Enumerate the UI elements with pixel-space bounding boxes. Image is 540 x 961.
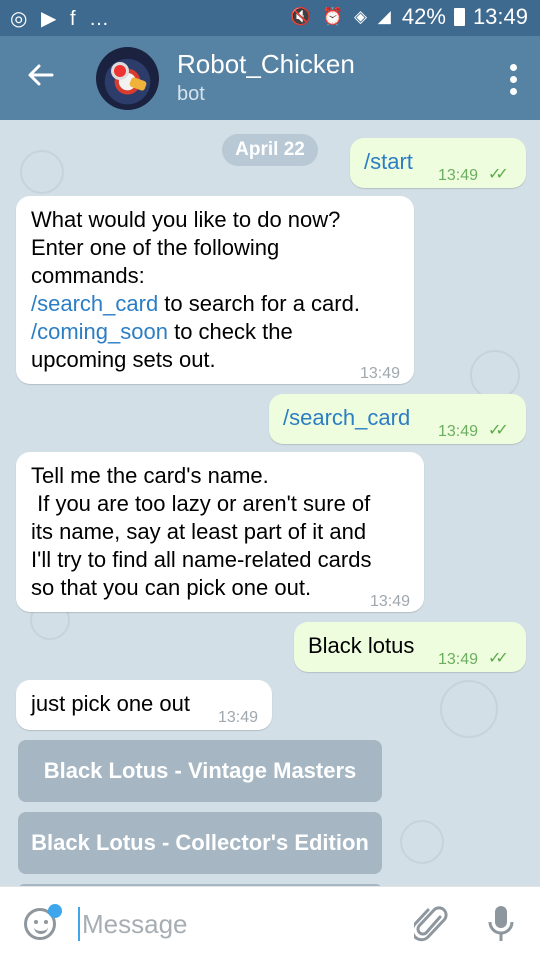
message-line: upcoming sets out.: [31, 347, 216, 372]
message-line: commands:: [31, 263, 145, 288]
message-text[interactable]: /start: [364, 148, 413, 176]
message-line: Tell me the card's name.: [31, 463, 269, 488]
text-caret: [78, 907, 80, 941]
message-input[interactable]: [82, 905, 382, 943]
wallpaper-doodle: [440, 680, 498, 738]
message-body: Tell me the card's name. If you are too …: [31, 462, 426, 602]
arrow-left-icon[interactable]: [26, 60, 56, 96]
message-line: I'll try to find all name-related cards: [31, 547, 372, 572]
status-right: 🔇 ⏰ ◈ ◢ 42% 13:49: [290, 4, 528, 30]
status-bar: ◎ ▶ f … 🔇 ⏰ ◈ ◢ 42% 13:49: [0, 0, 540, 36]
message-list[interactable]: April 22 /start 13:49 ✓✓ What would you …: [0, 120, 540, 886]
menu-dot: [510, 88, 517, 95]
message-text: to search for a card.: [158, 291, 360, 316]
message-time: 13:49: [360, 365, 401, 382]
message-text: Black lotus: [308, 633, 415, 658]
paperclip-icon[interactable]: [410, 905, 448, 948]
menu-dot: [510, 64, 517, 71]
notification-icons: ◎ ▶ f …: [10, 8, 114, 30]
message-line: its name, say at least part of it and: [31, 519, 367, 544]
avatar[interactable]: [96, 47, 159, 110]
incoming-message[interactable]: Tell me the card's name. If you are too …: [16, 452, 424, 612]
emoji-badge-dot: [48, 904, 62, 918]
command-link[interactable]: /coming_soon: [31, 319, 168, 344]
wallpaper-doodle: [470, 350, 520, 400]
message-text: just pick one out: [31, 691, 190, 716]
message-line: Enter one of the following: [31, 235, 280, 260]
message-text[interactable]: /search_card: [283, 404, 410, 432]
battery-icon: [453, 8, 465, 26]
date-separator: April 22: [222, 134, 318, 166]
message-time: 13:49: [438, 423, 479, 440]
message-line: /search_card to search for a card.: [31, 290, 411, 318]
battery-percent: 42%: [401, 4, 446, 29]
microphone-icon[interactable]: [486, 903, 516, 950]
microphone-svg: [488, 906, 514, 941]
compose-bar: [0, 886, 540, 961]
message-time: 13:49: [438, 651, 479, 668]
keyboard-button[interactable]: Black Lotus - Collector's Edition: [18, 812, 382, 874]
message-line: /coming_soon to check the: [31, 318, 411, 346]
incoming-message[interactable]: What would you like to do now? Enter one…: [16, 196, 414, 384]
chat-title[interactable]: Robot_Chicken: [177, 49, 355, 80]
message-line: so that you can pick one out.: [31, 575, 312, 600]
incoming-message[interactable]: just pick one out 13:49: [16, 680, 272, 730]
keyboard-button[interactable]: Black Lotus - Vintage Masters: [18, 740, 382, 802]
message-line: If you are too lazy or aren't sure of: [31, 491, 371, 516]
outgoing-message[interactable]: /search_card 13:49 ✓✓: [269, 394, 526, 444]
more-vertical-icon[interactable]: [510, 64, 518, 100]
chat-subtitle: bot: [177, 83, 205, 105]
back-arrow-svg: [28, 64, 54, 86]
message-time: 13:49: [370, 593, 411, 610]
command-link[interactable]: /search_card: [31, 291, 158, 316]
message-time: 13:49: [218, 709, 259, 726]
chat-header: Robot_Chicken bot: [0, 36, 540, 120]
wallpaper-doodle: [20, 150, 64, 194]
menu-dot: [510, 76, 517, 83]
outgoing-message[interactable]: /start 13:49 ✓✓: [350, 138, 526, 188]
outgoing-message[interactable]: Black lotus 13:49 ✓✓: [294, 622, 526, 672]
message-line: What would you like to do now?: [31, 207, 341, 232]
clock: 13:49: [472, 4, 528, 29]
double-check-icon: ✓✓: [488, 166, 509, 183]
message-body: What would you like to do now? Enter one…: [31, 206, 411, 374]
paperclip-svg: [410, 906, 448, 942]
message-time: 13:49: [438, 167, 479, 184]
double-check-icon: ✓✓: [488, 422, 509, 439]
system-icons: 🔇 ⏰ ◈ ◢: [290, 7, 394, 26]
double-check-icon: ✓✓: [488, 650, 509, 667]
avatar-eye: [114, 65, 126, 77]
wallpaper-doodle: [400, 820, 444, 864]
message-text: to check the: [167, 319, 293, 344]
avatar-beak: [128, 76, 148, 92]
